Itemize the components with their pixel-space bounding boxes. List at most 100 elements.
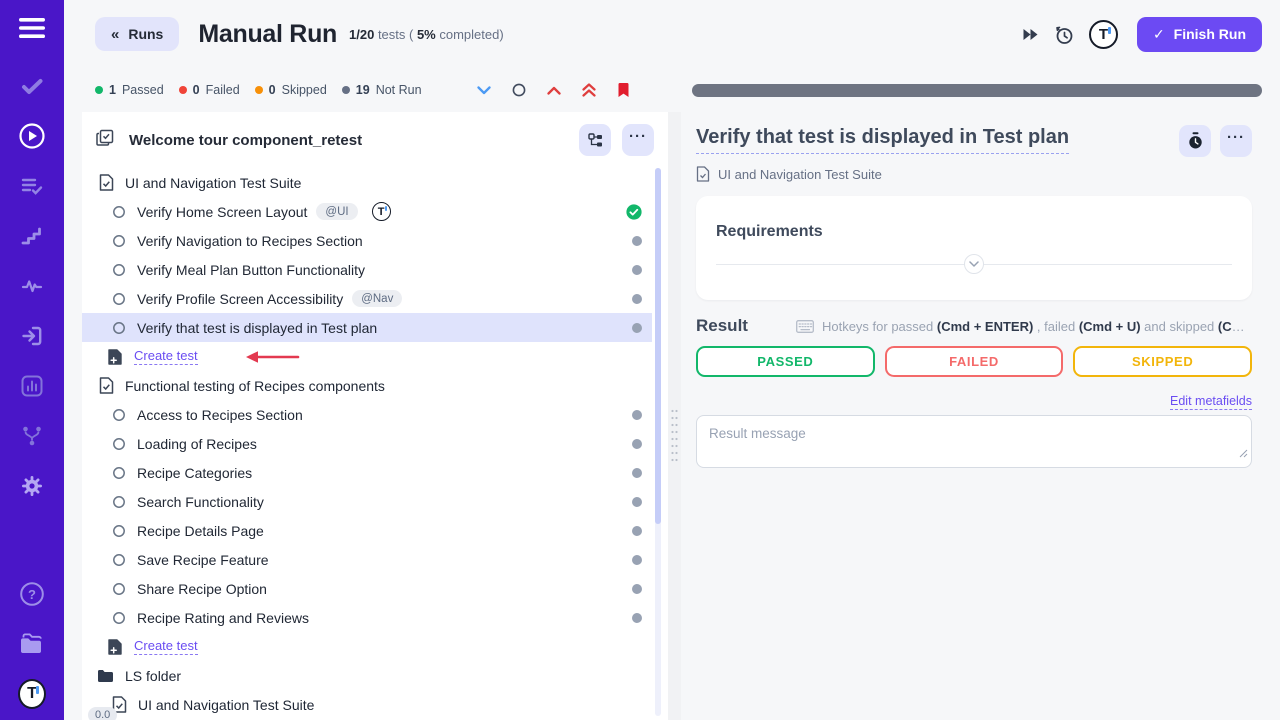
run-progress-text: 1/20 tests ( 5% completed) [349,27,504,42]
mark-failed-button[interactable]: FAILED [885,346,1064,377]
test-plans-nav-icon[interactable] [18,172,46,200]
run-header: « Runs Manual Run 1/20 tests ( 5% comple… [64,0,1280,68]
settings-gear-nav-icon[interactable] [18,472,46,500]
tree-more-options-button[interactable]: ··· [622,124,654,156]
suite-title: Functional testing of Recipes components [125,378,385,394]
suite-document-icon [99,377,114,394]
tree-create-test-row[interactable]: Create test [82,342,652,371]
tree-test-row[interactable]: Save Recipe Feature [82,545,652,574]
stat-passed: 1Passed [95,83,164,97]
status-notrun-icon [632,410,642,420]
tree-test-row[interactable]: Recipe Categories [82,458,652,487]
test-tree-panel: Welcome tour component_retest ··· UI and… [82,112,668,720]
status-notrun-icon [632,526,642,536]
test-ring-icon [112,234,126,248]
double-chevron-left-icon: « [111,26,119,43]
tree-suite-row[interactable]: 0.0UI and Navigation Test Suite [82,690,652,719]
panel-resize-gutter[interactable] [668,112,681,720]
requirements-card: Requirements [696,196,1252,300]
back-to-runs-button[interactable]: « Runs [95,17,179,51]
stat-label: Not Run [376,83,422,97]
test-detail-panel: Verify that test is displayed in Test pl… [681,112,1280,720]
status-summary-row: 1Passed0Failed0Skipped19Not Run [64,68,1280,112]
testomat-header-logo-icon[interactable]: T [1089,20,1118,49]
mark-passed-button[interactable]: PASSED [696,346,875,377]
tree-test-row[interactable]: Share Recipe Option [82,574,652,603]
edit-metafields-link[interactable]: Edit metafields [1170,394,1252,410]
tree-scrollbar-thumb[interactable] [655,168,661,524]
tree-test-row[interactable]: Recipe Rating and Reviews [82,603,652,632]
tree-test-row[interactable]: Verify Navigation to Recipes Section [82,226,652,255]
tree-test-row[interactable]: Recipe Details Page [82,516,652,545]
create-test-link[interactable]: Create test [134,348,198,365]
timer-icon[interactable] [1054,24,1074,45]
fast-forward-icon[interactable] [1022,28,1039,41]
tree-test-row[interactable]: Verify Profile Screen Accessibility@Nav [82,284,652,313]
tree-test-row[interactable]: Access to Recipes Section [82,400,652,429]
sign-in-nav-icon[interactable] [18,322,46,350]
projects-folder-nav-icon[interactable] [18,630,46,658]
requirements-divider [716,264,1232,265]
tree-create-test-row[interactable]: Create test [82,632,652,661]
tree-suite-row[interactable]: UI and Navigation Test Suite [82,168,652,197]
test-ring-icon [112,408,126,422]
branch-nav-icon[interactable] [18,422,46,450]
chevron-up-filter-icon[interactable] [547,86,561,95]
pulse-nav-icon[interactable] [18,272,46,300]
folder-title: LS folder [125,668,181,684]
test-title: Recipe Details Page [137,523,264,539]
detail-suite-breadcrumb[interactable]: UI and Navigation Test Suite [696,166,1252,182]
help-nav-icon[interactable]: ? [18,580,46,608]
tree-test-row[interactable]: Loading of Recipes [82,429,652,458]
tree-test-row[interactable]: Verify Home Screen Layout@UIT [82,197,652,226]
test-ring-icon [112,263,126,277]
status-stats: 1Passed0Failed0Skipped19Not Run [95,83,437,97]
filter-icons [477,82,630,98]
tree-scrollbar-track[interactable] [655,168,661,716]
folder-icon [97,669,114,683]
check-icon: ✓ [1153,26,1165,43]
create-test-link[interactable]: Create test [134,638,198,655]
tests-count: 1/20 [349,27,374,42]
tree-header: Welcome tour component_retest ··· [82,112,668,168]
tests-count-end: completed) [436,27,504,42]
tree-test-row[interactable]: Search Functionality [82,487,652,516]
stat-label: Skipped [282,83,327,97]
tree-test-row[interactable]: Verify Meal Plan Button Functionality [82,255,652,284]
tree-suite-row[interactable]: Functional testing of Recipes components [82,371,652,400]
test-detail-title[interactable]: Verify that test is displayed in Test pl… [696,125,1069,154]
create-test-doc-icon [108,639,122,655]
status-notrun-icon [632,468,642,478]
stat-label: Passed [122,83,164,97]
svg-text:?: ? [28,587,36,602]
mark-skipped-button[interactable]: SKIPPED [1073,346,1252,377]
tree-view-toggle-button[interactable] [579,124,611,156]
checkmark-nav-icon[interactable] [18,72,46,100]
result-message-input[interactable] [696,415,1252,468]
test-tree-list: UI and Navigation Test Suite Verify Home … [82,168,652,720]
test-title: Save Recipe Feature [137,552,269,568]
main-area: « Runs Manual Run 1/20 tests ( 5% comple… [64,0,1280,720]
steps-nav-icon[interactable] [18,222,46,250]
finish-run-button[interactable]: ✓ Finish Run [1137,17,1262,52]
suite-title: UI and Navigation Test Suite [125,175,301,191]
suite-title: UI and Navigation Test Suite [138,697,314,713]
detail-more-options-button[interactable]: ··· [1220,125,1252,157]
expand-requirements-button[interactable] [964,254,984,274]
detail-timer-button[interactable] [1179,125,1211,157]
stat-not-run: 19Not Run [342,83,422,97]
header-actions: T ✓ Finish Run [1022,17,1262,52]
circle-filter-icon[interactable] [512,83,526,97]
testomat-logo-icon[interactable]: T [18,680,46,708]
tree-folder-row[interactable]: LS folder [82,661,652,690]
chevron-down-filter-icon[interactable] [477,86,491,95]
test-ring-icon [112,495,126,509]
bookmark-filter-icon[interactable] [617,82,630,98]
hamburger-menu-icon[interactable] [18,14,46,42]
tree-test-row[interactable]: Verify that test is displayed in Test pl… [82,313,652,342]
analytics-chart-nav-icon[interactable] [18,372,46,400]
runs-play-nav-icon[interactable] [18,122,46,150]
test-ring-icon [112,611,126,625]
double-chevron-up-filter-icon[interactable] [582,83,596,97]
test-ring-icon [112,292,126,306]
